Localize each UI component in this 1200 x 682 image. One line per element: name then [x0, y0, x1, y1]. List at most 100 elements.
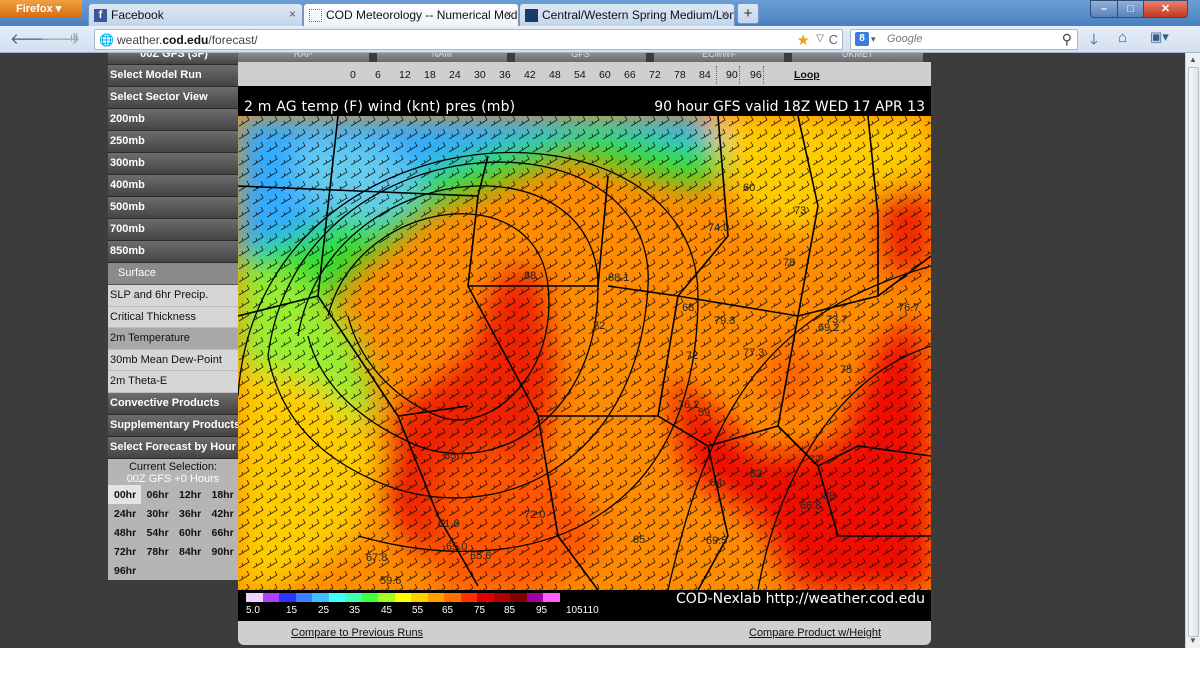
- tab-title: Central/Western Spring Medium/Lon...: [542, 8, 735, 22]
- sidebar-button-9[interactable]: 850mb: [108, 241, 238, 263]
- hour-button-48hr[interactable]: 48hr: [108, 523, 141, 542]
- sidebar-bottom-button-1[interactable]: Supplementary Products: [108, 414, 240, 437]
- forecast-hour-0[interactable]: 0: [350, 69, 356, 81]
- model-tab-3[interactable]: ECMWF: [653, 53, 793, 62]
- sidebar-button-2[interactable]: Select Sector View: [108, 87, 238, 109]
- forecast-hour-row: 0 6 12 18 24 30 36 42 48 54 60 66 72 78 84 90 96 Loop: [238, 62, 931, 86]
- compare-previous-runs-link[interactable]: Compare to Previous Runs: [291, 627, 423, 639]
- hour-button-60hr[interactable]: 60hr: [173, 523, 206, 542]
- forecast-hour-60[interactable]: 60: [599, 69, 611, 81]
- forecast-hour-30[interactable]: 30: [474, 69, 486, 81]
- bookmark-star-icon[interactable]: ★: [797, 31, 810, 49]
- legend-swatch: [543, 593, 560, 602]
- station-value: 72: [686, 350, 698, 362]
- color-legend: [246, 593, 560, 602]
- sidebar-button-1[interactable]: Select Model Run: [108, 65, 238, 87]
- search-icon[interactable]: ⚲: [1062, 31, 1072, 48]
- tab-central-western-spring[interactable]: Central/Western Spring Medium/Lon... ×: [519, 3, 735, 26]
- forecast-hour-90[interactable]: 90: [726, 69, 738, 81]
- reload-icon[interactable]: C: [829, 32, 838, 47]
- hour-button-00hr[interactable]: 00hr: [108, 484, 141, 504]
- tab-facebook[interactable]: f Facebook ×: [88, 3, 303, 26]
- forecast-hour-78[interactable]: 78: [674, 69, 686, 81]
- sidebar-button-0[interactable]: 00Z GFS (3F): [108, 53, 238, 65]
- chevron-down-icon[interactable]: ▽: [816, 33, 824, 44]
- sidebar-surface-header[interactable]: Surface: [108, 263, 238, 285]
- scroll-up-icon[interactable]: ▲: [1189, 55, 1197, 64]
- home-icon[interactable]: ⌂: [1118, 29, 1127, 46]
- sidebar-item-surface-4[interactable]: 2m Theta-E: [108, 371, 238, 393]
- map-panel: 2 m AG temp (F) wind (knt) pres (mb) 90 …: [238, 86, 931, 621]
- sidebar-item-surface-1[interactable]: Critical Thickness: [108, 306, 238, 329]
- model-tab-2[interactable]: GFS: [515, 53, 654, 62]
- hour-button-66hr[interactable]: 66hr: [206, 523, 239, 542]
- legend-swatch: [394, 593, 411, 602]
- loop-link[interactable]: Loop: [794, 69, 820, 81]
- maximize-button[interactable]: □: [1117, 0, 1144, 18]
- hour-button-72hr[interactable]: 72hr: [108, 542, 141, 561]
- hour-button-36hr[interactable]: 36hr: [173, 504, 206, 523]
- station-value: 78: [783, 257, 795, 269]
- forecast-hour-18[interactable]: 18: [424, 69, 436, 81]
- forecast-hour-36[interactable]: 36: [499, 69, 511, 81]
- hour-button-18hr[interactable]: 18hr: [206, 485, 239, 504]
- minimize-button[interactable]: –: [1090, 0, 1118, 18]
- hour-button-30hr[interactable]: 30hr: [141, 504, 174, 523]
- model-tab-0[interactable]: RAP: [238, 53, 377, 62]
- sidebar-button-5[interactable]: 300mb: [108, 153, 238, 175]
- hour-button-06hr[interactable]: 06hr: [141, 485, 174, 504]
- hour-button-54hr[interactable]: 54hr: [141, 523, 174, 542]
- compare-product-height-link[interactable]: Compare Product w/Height: [749, 627, 881, 639]
- forecast-hour-54[interactable]: 54: [574, 69, 586, 81]
- scrollbar-thumb[interactable]: [1188, 67, 1199, 637]
- forecast-hour-12[interactable]: 12: [399, 69, 411, 81]
- close-icon[interactable]: ×: [721, 7, 728, 21]
- forecast-hour-96[interactable]: 96: [750, 69, 762, 81]
- sidebar-bottom-button-0[interactable]: Convective Products: [108, 392, 238, 415]
- close-icon[interactable]: ×: [289, 7, 296, 21]
- station-value: 73.7: [826, 314, 847, 326]
- forecast-hour-42[interactable]: 42: [524, 69, 536, 81]
- url-bar[interactable]: 🌐 weather.cod.edu/forecast/ ★ ▽ C: [94, 29, 843, 50]
- tab-cod-meteorology[interactable]: COD Meteorology -- Numerical Mod... ×: [303, 3, 519, 26]
- sidebar-button-3[interactable]: 200mb: [108, 109, 238, 131]
- menu-icon[interactable]: ▣▾: [1150, 29, 1169, 45]
- hour-button-90hr[interactable]: 90hr: [206, 542, 239, 561]
- sidebar-button-8[interactable]: 700mb: [108, 219, 238, 241]
- hour-button-96hr[interactable]: 96hr: [108, 561, 141, 580]
- firefox-menu-button[interactable]: Firefox ▾: [0, 0, 82, 18]
- forecast-hour-66[interactable]: 66: [624, 69, 636, 81]
- download-icon[interactable]: 🡓: [1090, 29, 1098, 54]
- sidebar-item-surface-0[interactable]: SLP and 6hr Precip.: [108, 285, 238, 307]
- hour-button-24hr[interactable]: 24hr: [108, 504, 141, 523]
- forecast-hour-48[interactable]: 48: [549, 69, 561, 81]
- model-tab-1[interactable]: NAM: [376, 53, 516, 62]
- hour-button-12hr[interactable]: 12hr: [173, 485, 206, 504]
- search-input[interactable]: 8 ▾ Google ⚲: [850, 29, 1078, 50]
- station-value: 79.3: [714, 315, 735, 327]
- forecast-hour-84[interactable]: 84: [699, 69, 711, 81]
- sidebar-button-4[interactable]: 250mb: [108, 131, 238, 153]
- forecast-hour-24[interactable]: 24: [449, 69, 461, 81]
- sidebar-button-7[interactable]: 500mb: [108, 197, 238, 219]
- sidebar-item-surface-3[interactable]: 30mb Mean Dew-Point: [108, 349, 238, 372]
- hour-button-78hr[interactable]: 78hr: [141, 542, 174, 561]
- legend-swatch: [279, 593, 296, 602]
- scroll-down-icon[interactable]: ▼: [1189, 636, 1197, 645]
- model-tab-4[interactable]: UKMET: [792, 53, 931, 62]
- page-scrollbar[interactable]: ▲ ▼: [1185, 53, 1200, 648]
- chevron-down-icon[interactable]: ▾: [871, 34, 876, 45]
- sidebar-button-6[interactable]: 400mb: [108, 175, 238, 197]
- new-tab-button[interactable]: +: [737, 3, 759, 24]
- sidebar-bottom-button-2[interactable]: Select Forecast by Hour: [108, 436, 238, 459]
- close-icon[interactable]: ×: [505, 7, 512, 21]
- forecast-hour-6[interactable]: 6: [375, 69, 381, 81]
- hour-button-84hr[interactable]: 84hr: [173, 542, 206, 561]
- station-value: 74.0: [708, 222, 729, 234]
- sidebar-item-surface-2[interactable]: 2m Temperature: [108, 328, 238, 350]
- station-value: 68.1: [608, 272, 629, 284]
- current-selection-label: Current Selection:: [128, 460, 218, 473]
- forecast-hour-72[interactable]: 72: [649, 69, 661, 81]
- hour-button-42hr[interactable]: 42hr: [206, 504, 239, 523]
- close-window-button[interactable]: ✕: [1143, 0, 1188, 18]
